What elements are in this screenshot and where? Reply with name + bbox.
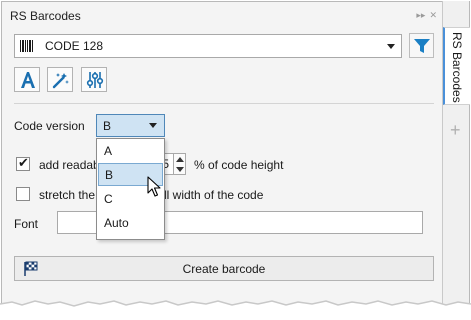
code-version-option[interactable]: A xyxy=(98,140,163,163)
text-format-icon xyxy=(21,72,35,88)
magic-wand-icon xyxy=(52,73,69,89)
pane-title-controls: ▸▸ ✕ xyxy=(416,9,437,21)
spin-up-icon[interactable] xyxy=(176,157,184,162)
magic-wand-button[interactable] xyxy=(47,67,73,92)
pane-title: RS Barcodes xyxy=(10,9,81,23)
rs-barcodes-window: RS Barcodes ▸▸ ✕ CODE 128 Code version B… xyxy=(0,0,471,320)
font-label: Font xyxy=(14,217,39,231)
chevron-down-icon xyxy=(387,44,395,49)
code-version-select[interactable]: B xyxy=(96,114,165,137)
code-height-suffix: % of code height xyxy=(194,158,284,172)
mouse-cursor-icon xyxy=(147,176,161,197)
filter-button[interactable] xyxy=(409,33,434,58)
pane-title-bar: RS Barcodes ▸▸ ✕ xyxy=(2,2,443,29)
option-label: Auto xyxy=(104,216,129,230)
option-label: C xyxy=(104,192,113,206)
create-barcode-label: Create barcode xyxy=(182,262,266,276)
text-height-spinner[interactable] xyxy=(174,153,186,175)
barcode-type-select[interactable]: CODE 128 xyxy=(14,34,402,58)
torn-edge-decoration xyxy=(0,300,471,320)
add-readable-text-label: add readab xyxy=(39,158,100,172)
filter-icon xyxy=(414,39,430,53)
collapse-pane-icon[interactable]: ▸▸ xyxy=(416,9,425,21)
stretch-label-end: ll width of the code xyxy=(164,188,264,202)
add-readable-text-checkbox[interactable]: ✔ xyxy=(16,155,30,171)
option-label: B xyxy=(105,168,114,182)
spin-down-icon[interactable] xyxy=(176,167,184,172)
code-version-value: B xyxy=(103,119,112,133)
add-tab-icon[interactable]: + xyxy=(450,121,461,139)
option-label: A xyxy=(104,144,113,158)
code-version-label: Code version xyxy=(14,119,85,133)
create-barcode-button[interactable]: Create barcode xyxy=(14,256,434,281)
chevron-down-icon xyxy=(149,123,157,128)
section-divider xyxy=(14,103,434,104)
code-version-option[interactable]: Auto xyxy=(98,212,163,235)
stretch-checkbox[interactable] xyxy=(16,187,30,201)
sliders-button[interactable] xyxy=(81,67,107,92)
stretch-label-start: stretch the xyxy=(39,188,96,202)
close-pane-icon[interactable]: ✕ xyxy=(429,9,437,21)
barcode-icon xyxy=(20,40,33,52)
side-tab-label: RS Barcodes xyxy=(450,32,464,103)
sliders-icon xyxy=(86,72,104,88)
checkmark-icon: ✔ xyxy=(18,155,29,170)
barcode-type-value: CODE 128 xyxy=(45,39,104,53)
side-dock-strip: RS Barcodes + xyxy=(442,1,470,307)
text-format-button[interactable] xyxy=(14,67,40,92)
side-tab-rs-barcodes[interactable]: RS Barcodes xyxy=(443,27,470,105)
